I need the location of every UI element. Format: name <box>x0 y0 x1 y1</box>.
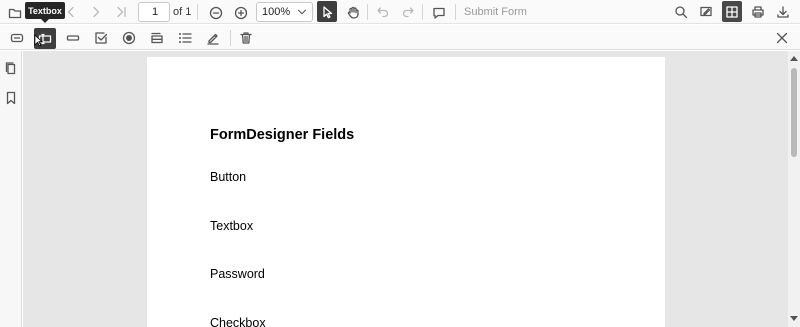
navigation-sidebar <box>0 51 22 327</box>
toolbar-separator <box>197 4 198 20</box>
zoom-in-icon[interactable] <box>233 5 248 20</box>
zoom-value: 100% <box>262 6 291 18</box>
field-label-password: Password <box>210 267 265 281</box>
scroll-up-arrow-icon[interactable] <box>790 56 798 61</box>
toolbar-separator <box>230 30 231 46</box>
open-file-icon[interactable] <box>7 5 23 21</box>
password-field-icon[interactable] <box>65 30 81 46</box>
page-thumbnails-icon[interactable] <box>4 61 18 75</box>
search-icon[interactable] <box>673 4 689 20</box>
zoom-out-icon[interactable] <box>208 5 223 20</box>
toolbar-separator <box>455 4 456 20</box>
document-viewer[interactable]: FormDesigner Fields Button Textbox Passw… <box>23 51 788 327</box>
close-icon[interactable] <box>774 30 790 46</box>
main-toolbar: 1 of 1 100% Submit Form <box>0 0 800 24</box>
previous-page-icon[interactable] <box>64 5 78 19</box>
form-designer-toolbar <box>0 25 800 50</box>
vertical-scrollbar[interactable] <box>788 51 800 327</box>
next-page-icon[interactable] <box>89 5 103 19</box>
page-count-label: of 1 <box>173 6 192 18</box>
toolbar-separator <box>367 4 368 20</box>
dropdown-field-icon[interactable] <box>149 30 165 46</box>
submit-form-button[interactable]: Submit Form <box>464 6 527 18</box>
delete-icon[interactable] <box>238 30 254 46</box>
form-designer-icon[interactable] <box>722 1 742 22</box>
button-field-icon[interactable] <box>9 30 25 46</box>
field-label-button: Button <box>210 170 247 184</box>
current-page-input[interactable]: 1 <box>138 2 170 22</box>
mouse-cursor-icon <box>34 34 44 52</box>
print-icon[interactable] <box>750 4 766 20</box>
redo-icon[interactable] <box>401 5 415 19</box>
annotation-icon[interactable] <box>698 4 714 20</box>
download-icon[interactable] <box>775 4 791 20</box>
comment-icon[interactable] <box>431 5 446 20</box>
field-label-checkbox: Checkbox <box>210 316 266 327</box>
tooltip: Textbox <box>25 2 65 23</box>
listbox-field-icon[interactable] <box>177 30 193 46</box>
zoom-dropdown[interactable]: 100% <box>256 2 313 22</box>
last-page-icon[interactable] <box>114 5 128 19</box>
checkbox-field-icon[interactable] <box>93 30 109 46</box>
bookmark-icon[interactable] <box>4 91 18 105</box>
scrollbar-thumb[interactable] <box>791 68 797 157</box>
toolbar-separator <box>422 4 423 20</box>
radio-button-icon[interactable] <box>121 30 137 46</box>
chevron-down-icon <box>296 6 308 21</box>
signature-field-icon[interactable] <box>205 30 221 46</box>
scroll-down-arrow-icon[interactable] <box>790 316 798 321</box>
text-select-icon[interactable] <box>317 1 337 22</box>
document-heading: FormDesigner Fields <box>210 127 355 143</box>
field-label-textbox: Textbox <box>210 219 254 233</box>
undo-icon[interactable] <box>376 5 390 19</box>
pan-icon[interactable] <box>345 4 361 20</box>
pdf-page: FormDesigner Fields Button Textbox Passw… <box>147 57 665 327</box>
